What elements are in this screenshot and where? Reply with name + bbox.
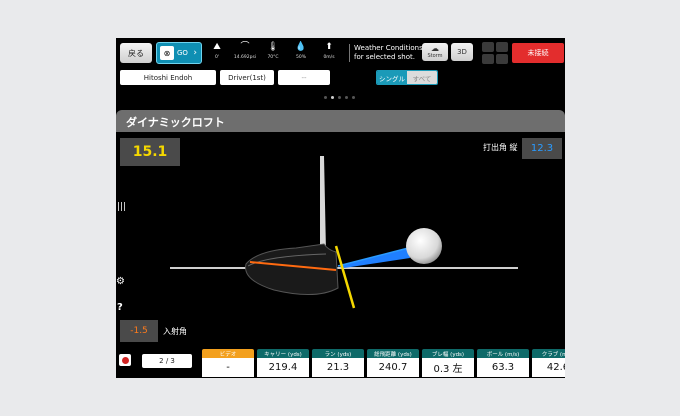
wind-readout: ⬆ 0m/s [316, 42, 342, 60]
mountain-icon: ⛰ [213, 42, 221, 52]
stat-ball-speed[interactable]: ボール (m/s) 63.3 [477, 349, 529, 377]
club-selector[interactable]: Driver(1st) [220, 70, 274, 85]
stat-run[interactable]: ラン (yds) 21.3 [312, 349, 364, 377]
record-icon [121, 356, 129, 364]
stat-total[interactable]: 総飛距離 (yds) 240.7 [367, 349, 419, 377]
club-impact-diagram [170, 156, 518, 309]
humidity-icon: 💧 [295, 42, 307, 52]
weather-note: Weather Conditions for selected shot. [349, 44, 423, 62]
shot-pager[interactable]: 2 / 3 [142, 354, 192, 368]
go-button[interactable]: ⊗ GO › [156, 42, 202, 64]
shot-mode-toggle: シングル すべて [376, 70, 438, 85]
stat-club-speed[interactable]: クラブ (m/s) 42.6 [532, 349, 565, 377]
page-indicator [324, 96, 355, 99]
view-3d-button[interactable]: 3D [451, 43, 473, 61]
loft-line [334, 245, 356, 309]
attack-angle-label: 入射角 [163, 327, 187, 336]
barometer-icon: ⌒ [240, 42, 250, 52]
stat-video[interactable]: ビデオ - [202, 349, 254, 377]
panel-title: ダイナミックロフト [126, 116, 225, 129]
wind-icon: ⬆ [325, 42, 333, 52]
club-shaft [320, 156, 326, 252]
storm-button[interactable]: ☁ Storm [422, 43, 448, 61]
target-icon: ⊗ [160, 46, 174, 60]
layout-grid-icon[interactable] [482, 42, 508, 64]
record-button[interactable] [119, 354, 131, 366]
connection-status-button[interactable]: 未接続 [512, 43, 564, 63]
cloud-icon: ☁ [431, 44, 439, 53]
altitude-readout: ⛰ 0' [204, 42, 230, 60]
stat-offline[interactable]: ブレ幅 (yds) 0.3 左 [422, 349, 474, 377]
stat-carry[interactable]: キャリー (yds) 219.4 [257, 349, 309, 377]
back-button[interactable]: 戻る [120, 43, 152, 63]
attack-angle-value: -1.5 [120, 320, 158, 342]
thermometer-icon: 🌡 [267, 42, 279, 52]
temperature-readout: 🌡 70°C [260, 42, 286, 60]
seg-all[interactable]: すべて [407, 71, 437, 84]
seg-single[interactable]: シングル [377, 71, 407, 84]
pressure-readout: ⌒ 14.692psi [233, 42, 257, 60]
go-label: GO [177, 49, 188, 57]
panel-title-bar: ダイナミックロフト [116, 110, 565, 132]
golf-ball [406, 228, 442, 264]
player-selector[interactable]: Hitoshi Endoh [120, 70, 216, 85]
chevron-right-icon: › [193, 48, 197, 58]
humidity-readout: 💧 50% [288, 42, 314, 60]
extra-selector[interactable]: -- [278, 70, 330, 85]
app-screen: 戻る ⊗ GO › ⛰ 0' ⌒ 14.692psi 🌡 70°C 💧 50% … [116, 38, 565, 378]
